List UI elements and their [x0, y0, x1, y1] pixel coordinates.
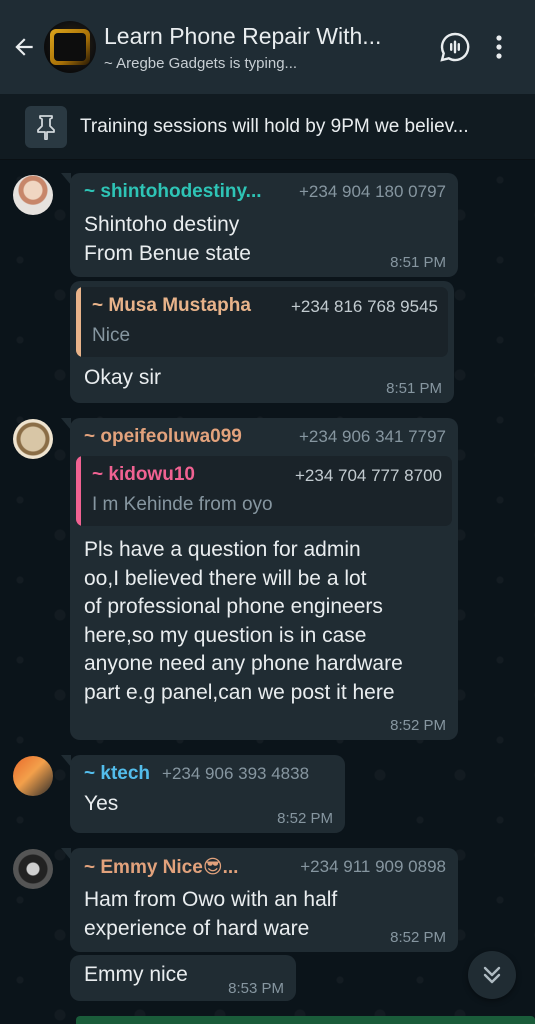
quote-bar — [76, 456, 81, 526]
sender-avatar[interactable] — [13, 175, 53, 215]
message-bubble[interactable]: ~ ktech +234 906 393 4838 Yes 8:52 PM — [61, 755, 345, 833]
sender-name[interactable]: ~ shintohodestiny... — [84, 181, 262, 203]
chat-title-area[interactable]: Learn Phone Repair With... ~ Aregbe Gadg… — [104, 23, 433, 72]
message-text: Yes — [84, 792, 119, 815]
group-avatar[interactable] — [44, 21, 96, 73]
sender-phone: +234 911 909 0898 — [300, 857, 446, 876]
sender-avatar[interactable] — [13, 756, 53, 796]
message-text: Shintoho destiny From Benue state — [84, 213, 251, 265]
message-bubble[interactable]: ~ opeifeoluwa099 +234 906 341 7797 ~ kid… — [61, 418, 458, 740]
arrow-left-icon — [15, 38, 33, 56]
chat-header: Learn Phone Repair With... ~ Aregbe Gadg… — [0, 0, 535, 94]
quoted-message[interactable]: ~ kidowu10 +234 704 777 8700 I m Kehinde… — [76, 456, 452, 526]
pin-icon-box — [25, 105, 67, 148]
sender-phone: +234 904 180 0797 — [298, 182, 446, 201]
chat-title: Learn Phone Repair With... — [104, 22, 382, 49]
pinned-message-text: Training sessions will hold by 9PM we be… — [80, 115, 469, 137]
next-message-edge — [76, 1016, 535, 1024]
quoted-sender-phone: +234 816 768 9545 — [290, 297, 438, 316]
quoted-sender-name: ~ kidowu10 — [92, 464, 195, 485]
sender-name[interactable]: ~ Emmy Nice😎... — [84, 856, 238, 879]
chat-screen: Learn Phone Repair With... ~ Aregbe Gadg… — [0, 0, 535, 1024]
more-vertical-icon — [496, 35, 502, 59]
sender-name[interactable]: ~ ktech — [84, 763, 150, 785]
sender-phone: +234 906 393 4838 — [162, 764, 310, 783]
voice-chat-icon — [440, 32, 470, 62]
message-bubble[interactable]: Emmy nice 8:53 PM — [70, 955, 296, 1001]
quoted-text: Nice — [92, 325, 131, 346]
sender-avatar[interactable] — [13, 849, 53, 889]
message-bubble[interactable]: ~ Musa Mustapha +234 816 768 9545 Nice O… — [70, 281, 454, 403]
sender-name[interactable]: ~ opeifeoluwa099 — [84, 426, 242, 448]
quoted-sender-phone: +234 704 777 8700 — [294, 466, 442, 485]
typing-status: ~ Aregbe Gadgets is typing... — [104, 54, 298, 72]
message-text: Emmy nice — [84, 963, 188, 986]
message-time: 8:52 PM — [277, 810, 333, 827]
double-chevron-down-icon — [483, 966, 501, 984]
pinned-message-bar[interactable]: Training sessions will hold by 9PM we be… — [0, 94, 535, 160]
quoted-text: I m Kehinde from oyo — [92, 494, 273, 515]
message-time: 8:52 PM — [390, 717, 446, 734]
voice-chat-button[interactable] — [433, 25, 477, 69]
message-bubble[interactable]: ~ Emmy Nice😎... +234 911 909 0898 Ham fr… — [61, 848, 458, 952]
sender-phone: +234 906 341 7797 — [298, 427, 446, 446]
message-time: 8:51 PM — [386, 380, 442, 397]
quoted-message[interactable]: ~ Musa Mustapha +234 816 768 9545 Nice — [76, 287, 448, 357]
quoted-sender-name: ~ Musa Mustapha — [92, 295, 251, 316]
quote-bar — [76, 287, 81, 357]
message-text: Okay sir — [84, 366, 162, 389]
message-time: 8:51 PM — [390, 254, 446, 271]
message-time: 8:53 PM — [228, 980, 284, 997]
pin-icon — [37, 114, 55, 140]
sender-avatar[interactable] — [13, 419, 53, 459]
message-text: Ham from Owo with an half experience of … — [84, 888, 338, 940]
message-text: Pls have a question for admin oo,I belie… — [84, 538, 403, 704]
message-bubble[interactable]: ~ shintohodestiny... +234 904 180 0797 S… — [61, 173, 458, 277]
message-list[interactable]: ~ shintohodestiny... +234 904 180 0797 S… — [0, 160, 535, 1024]
scroll-to-bottom-button[interactable] — [468, 951, 516, 999]
message-time: 8:52 PM — [390, 929, 446, 946]
back-button[interactable] — [2, 17, 46, 77]
more-options-button[interactable] — [477, 25, 521, 69]
